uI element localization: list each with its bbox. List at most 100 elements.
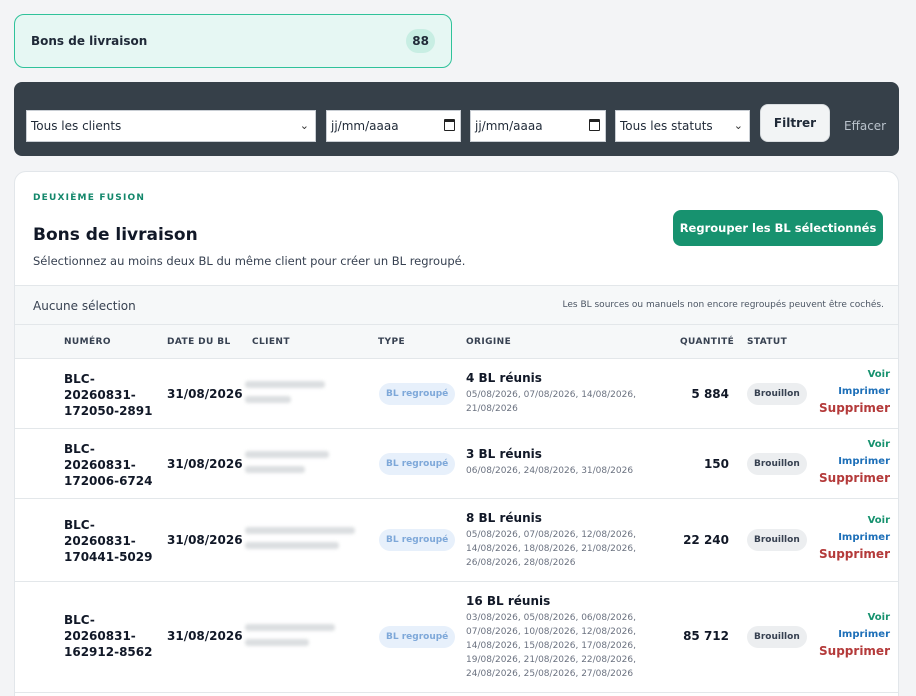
origin-dates-line: 14/08/2026, 18/08/2026, 21/08/2026, xyxy=(466,544,636,554)
section-eyebrow: DEUXIÈME FUSION xyxy=(33,193,146,203)
client-select-value: Tous les clients xyxy=(31,119,122,133)
status-badge: Brouillon xyxy=(747,383,807,405)
origin-dates-line: 19/08/2026, 21/08/2026, 22/08/2026, xyxy=(466,655,636,665)
print-link[interactable]: Imprimer xyxy=(819,452,890,471)
table-row[interactable]: BLC- 20260831- 172050-2891 31/08/2026 BL… xyxy=(15,359,898,429)
bl-number-line: BLC- xyxy=(64,518,95,532)
selection-note: Les BL sources ou manuels non encore reg… xyxy=(562,300,885,310)
column-header-origine: ORIGINE xyxy=(466,337,512,347)
group-selected-button[interactable]: Regrouper les BL sélectionnés xyxy=(673,210,883,246)
origin-dates-line: 03/08/2026, 05/08/2026, 06/08/2026, xyxy=(466,613,636,623)
bl-number: BLC- 20260831- 172050-2891 xyxy=(64,371,152,419)
bl-number-line: 162912-8562 xyxy=(64,645,153,659)
client-name-redacted xyxy=(245,527,365,557)
table-header: NUMÉRO DATE DU BL CLIENT TYPE ORIGINE QU… xyxy=(15,325,898,359)
type-badge: BL regroupé xyxy=(379,626,456,648)
client-select[interactable]: Tous les clients ⌄ xyxy=(26,110,316,142)
origin-dates-line: 05/08/2026, 07/08/2026, 14/08/2026, xyxy=(466,390,636,400)
clear-filters-link[interactable]: Effacer xyxy=(844,119,886,133)
print-link[interactable]: Imprimer xyxy=(819,625,890,644)
bl-number-line: 172006-6724 xyxy=(64,474,153,488)
bl-number-line: 20260831- xyxy=(64,388,136,402)
tab-count-badge: 88 xyxy=(406,29,435,53)
status-select[interactable]: Tous les statuts ⌄ xyxy=(615,110,750,142)
tab-title: Bons de livraison xyxy=(31,34,148,48)
selection-bar: Aucune sélection Les BL sources ou manue… xyxy=(15,285,898,325)
origin-title: 8 BL réunis xyxy=(466,511,542,525)
table-row[interactable]: BLC- 20260831- 162912-8562 31/08/2026 BL… xyxy=(15,582,898,693)
client-name-redacted xyxy=(245,624,365,654)
delete-link[interactable]: Supprimer xyxy=(819,401,890,415)
table-row[interactable]: BLC- 20260831- 172006-6724 31/08/2026 BL… xyxy=(15,429,898,499)
filter-button[interactable]: Filtrer xyxy=(760,104,830,142)
bl-number-line: 20260831- xyxy=(64,534,136,548)
column-header-quantite: QUANTITÉ xyxy=(680,337,735,347)
date-to-placeholder: jj/mm/aaaa xyxy=(475,119,543,133)
origin-dates-line: 26/08/2026, 28/08/2026 xyxy=(466,558,576,568)
origin-dates-line: 06/08/2026, 24/08/2026, 31/08/2026 xyxy=(466,466,634,476)
origin-dates-line: 05/08/2026, 07/08/2026, 12/08/2026, xyxy=(466,530,636,540)
origin-cell: 16 BL réunis 03/08/2026, 05/08/2026, 06/… xyxy=(466,594,646,681)
column-header-date: DATE DU BL xyxy=(167,337,231,347)
row-actions: Voir Imprimer Supprimer xyxy=(819,513,890,561)
print-link[interactable]: Imprimer xyxy=(819,528,890,547)
origin-cell: 4 BL réunis 05/08/2026, 07/08/2026, 14/0… xyxy=(466,371,646,416)
quantity: 150 xyxy=(703,457,729,471)
bl-number: BLC- 20260831- 172006-6724 xyxy=(64,441,152,489)
type-badge: BL regroupé xyxy=(379,383,456,405)
column-header-statut: STATUT xyxy=(747,337,788,347)
origin-dates-line: 07/08/2026, 10/08/2026, 12/08/2026, xyxy=(466,627,636,637)
quantity: 22 240 xyxy=(683,533,729,547)
quantity: 85 712 xyxy=(683,629,729,643)
date-from-input[interactable]: jj/mm/aaaa xyxy=(326,110,461,142)
date-to-input[interactable]: jj/mm/aaaa xyxy=(470,110,606,142)
chevron-down-icon: ⌄ xyxy=(299,119,309,132)
bl-number: BLC- 20260831- 162912-8562 xyxy=(64,612,152,660)
view-link[interactable]: Voir xyxy=(819,513,890,528)
bl-number: BLC- 20260831- 170441-5029 xyxy=(64,517,152,565)
bl-number-line: 20260831- xyxy=(64,629,136,643)
bl-number-line: BLC- xyxy=(64,442,95,456)
date-from-placeholder: jj/mm/aaaa xyxy=(331,119,399,133)
calendar-icon[interactable] xyxy=(444,119,455,131)
status-select-value: Tous les statuts xyxy=(620,119,713,133)
bl-date: 31/08/2026 xyxy=(167,457,243,471)
bl-number-line: 172050-2891 xyxy=(64,404,153,418)
client-name-redacted xyxy=(245,381,365,411)
client-name-redacted xyxy=(245,451,365,481)
origin-dates: 05/08/2026, 07/08/2026, 12/08/2026, 14/0… xyxy=(466,528,646,570)
view-link[interactable]: Voir xyxy=(819,367,890,382)
status-badge: Brouillon xyxy=(747,453,807,475)
bl-number-line: BLC- xyxy=(64,372,95,386)
origin-cell: 3 BL réunis 06/08/2026, 24/08/2026, 31/0… xyxy=(466,447,646,478)
view-link[interactable]: Voir xyxy=(819,610,890,625)
bl-date: 31/08/2026 xyxy=(167,387,243,401)
origin-title: 3 BL réunis xyxy=(466,447,542,461)
origin-title: 4 BL réunis xyxy=(466,371,542,385)
bl-number-line: BLC- xyxy=(64,613,95,627)
bl-date: 31/08/2026 xyxy=(167,533,243,547)
origin-dates-line: 24/08/2026, 25/08/2026, 27/08/2026 xyxy=(466,669,634,679)
filter-bar: Tous les clients ⌄ jj/mm/aaaa jj/mm/aaaa… xyxy=(14,82,899,156)
table-row[interactable]: BLC- 20260831- 170441-5029 31/08/2026 BL… xyxy=(15,499,898,582)
column-header-numero: NUMÉRO xyxy=(64,337,111,347)
delivery-notes-panel: DEUXIÈME FUSION Bons de livraison Sélect… xyxy=(14,171,899,696)
column-header-client: CLIENT xyxy=(252,337,290,347)
tab-bons-de-livraison[interactable]: Bons de livraison 88 xyxy=(14,14,452,68)
delete-link[interactable]: Supprimer xyxy=(819,471,890,485)
delete-link[interactable]: Supprimer xyxy=(819,547,890,561)
origin-dates: 05/08/2026, 07/08/2026, 14/08/2026, 21/0… xyxy=(466,388,646,416)
status-badge: Brouillon xyxy=(747,529,807,551)
origin-dates: 03/08/2026, 05/08/2026, 06/08/2026, 07/0… xyxy=(466,611,646,681)
column-header-type: TYPE xyxy=(378,337,406,347)
chevron-down-icon: ⌄ xyxy=(733,119,743,132)
delete-link[interactable]: Supprimer xyxy=(819,644,890,658)
view-link[interactable]: Voir xyxy=(819,437,890,452)
origin-dates: 06/08/2026, 24/08/2026, 31/08/2026 xyxy=(466,464,646,478)
calendar-icon[interactable] xyxy=(589,119,600,131)
origin-cell: 8 BL réunis 05/08/2026, 07/08/2026, 12/0… xyxy=(466,511,646,570)
print-link[interactable]: Imprimer xyxy=(819,382,890,401)
bl-number-line: 20260831- xyxy=(64,458,136,472)
type-badge: BL regroupé xyxy=(379,453,456,475)
origin-title: 16 BL réunis xyxy=(466,594,551,608)
